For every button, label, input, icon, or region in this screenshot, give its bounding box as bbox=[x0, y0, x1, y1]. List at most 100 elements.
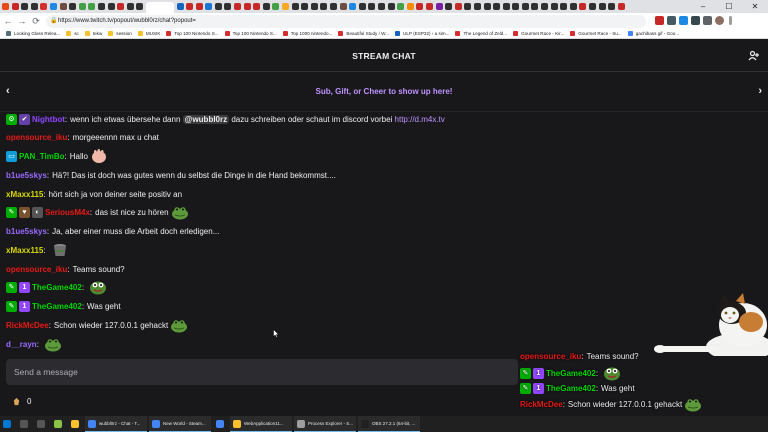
bookmark-item[interactable]: Top 100 Nintendo S... bbox=[224, 31, 277, 36]
chat-username[interactable]: opensource_iku bbox=[520, 352, 581, 361]
browser-tab[interactable] bbox=[320, 3, 328, 10]
taskbar-item[interactable]: New World - Steam... bbox=[149, 416, 211, 432]
chat-badge-icon[interactable]: ✎ bbox=[520, 382, 531, 394]
chat-username[interactable]: opensource_iku bbox=[6, 265, 67, 274]
chat-badge-icon[interactable]: ✎ bbox=[6, 300, 17, 312]
browser-tab[interactable] bbox=[69, 3, 77, 10]
chat-username[interactable]: xMaxx115 bbox=[6, 190, 43, 199]
bookmark-item[interactable]: Looking Glass Relea... bbox=[6, 31, 60, 36]
taskbar-item[interactable] bbox=[51, 416, 68, 432]
browser-tab[interactable] bbox=[531, 3, 539, 10]
bookmark-item[interactable]: Gourmet Race - Kir... bbox=[513, 31, 564, 36]
chat-username[interactable]: b1ue5skys bbox=[6, 227, 47, 236]
chat-username[interactable]: b1ue5skys bbox=[6, 171, 47, 180]
chat-username[interactable]: PAN_TimBo bbox=[19, 152, 65, 161]
browser-tab[interactable] bbox=[473, 3, 481, 10]
browser-tab[interactable] bbox=[40, 3, 48, 10]
browser-tab[interactable] bbox=[234, 3, 242, 10]
hand-emote[interactable] bbox=[90, 148, 108, 164]
extension-icon[interactable] bbox=[655, 16, 664, 25]
browser-tab[interactable] bbox=[214, 3, 222, 10]
frog-emote[interactable] bbox=[684, 396, 702, 412]
browser-tab[interactable] bbox=[107, 3, 115, 10]
channel-points[interactable]: 0 bbox=[12, 395, 31, 407]
chat-badge-icon[interactable]: ♥ bbox=[19, 206, 30, 218]
menu-dots-icon[interactable] bbox=[729, 16, 732, 25]
maximize-button[interactable]: ☐ bbox=[716, 0, 742, 13]
chat-badge-icon[interactable]: ✎ bbox=[520, 367, 531, 379]
browser-tab[interactable] bbox=[349, 3, 357, 10]
browser-tab[interactable] bbox=[339, 3, 347, 10]
chat-username[interactable]: opensource_iku bbox=[6, 133, 67, 142]
chat-badge-icon[interactable]: ⚙ bbox=[6, 113, 17, 125]
chevron-left-icon[interactable]: ‹ bbox=[6, 85, 10, 97]
chat-username[interactable]: Nightbot bbox=[32, 115, 65, 124]
browser-tab[interactable] bbox=[301, 3, 309, 10]
bookmark-item[interactable]: Gourmet Race - Su... bbox=[570, 31, 622, 36]
chat-badge-icon[interactable]: 1 bbox=[533, 367, 544, 379]
taskbar-item[interactable]: wubbl0rz - Chat - T... bbox=[85, 416, 147, 432]
profile-avatar-icon[interactable] bbox=[715, 16, 724, 25]
forward-button[interactable]: → bbox=[16, 16, 28, 26]
browser-tab[interactable] bbox=[282, 3, 290, 10]
bookmark-item[interactable]: Top 100 Nintendo S... bbox=[166, 31, 219, 36]
chat-username[interactable]: RickMcDee bbox=[520, 400, 563, 409]
browser-tab[interactable] bbox=[224, 3, 232, 10]
browser-tab[interactable] bbox=[416, 3, 424, 10]
chat-username[interactable]: RickMcDee bbox=[6, 321, 49, 330]
browser-tab[interactable] bbox=[21, 3, 29, 10]
bookmark-item[interactable]: tekw bbox=[84, 31, 102, 36]
pepe-emote[interactable] bbox=[603, 365, 621, 381]
taskbar-item[interactable] bbox=[34, 416, 51, 432]
taskbar-item[interactable]: OBS 27.2.1 (64-bit, ... bbox=[358, 416, 420, 432]
browser-tab[interactable] bbox=[117, 3, 125, 10]
bookmark-item[interactable]: ULP (ESP32) › a sim... bbox=[395, 31, 449, 36]
chat-link[interactable]: http://d.m4x.tv bbox=[395, 115, 445, 124]
browser-tab[interactable] bbox=[243, 3, 251, 10]
browser-tab[interactable] bbox=[368, 3, 376, 10]
browser-tab[interactable] bbox=[608, 3, 616, 10]
browser-tab[interactable] bbox=[454, 3, 462, 10]
browser-tab[interactable] bbox=[521, 3, 529, 10]
chat-badge-icon[interactable]: ✔ bbox=[19, 113, 30, 125]
taskbar-item[interactable] bbox=[17, 416, 34, 432]
browser-tab[interactable] bbox=[176, 3, 184, 10]
bookmark-item[interactable]: Beautiful Study / W... bbox=[338, 31, 389, 36]
browser-tab[interactable] bbox=[589, 3, 597, 10]
chat-username[interactable]: TheGame402 bbox=[32, 302, 82, 311]
chat-badge-icon[interactable]: ◐ bbox=[32, 206, 43, 218]
extension-icon[interactable] bbox=[691, 16, 700, 25]
chevron-right-icon[interactable]: › bbox=[758, 85, 762, 97]
browser-tab[interactable] bbox=[512, 3, 520, 10]
chat-username[interactable]: d__rayn bbox=[6, 340, 37, 349]
browser-tab[interactable] bbox=[97, 3, 105, 10]
extension-icon[interactable] bbox=[667, 16, 676, 25]
reload-button[interactable]: ⟳ bbox=[30, 16, 42, 27]
chat-badge-icon[interactable]: ✎ bbox=[6, 281, 17, 293]
browser-tab[interactable] bbox=[550, 3, 558, 10]
taskbar-item[interactable]: WebApplication11... bbox=[230, 416, 292, 432]
browser-tab[interactable] bbox=[617, 3, 625, 10]
browser-tab[interactable] bbox=[145, 2, 174, 13]
chat-badge-icon[interactable]: 1 bbox=[19, 300, 30, 312]
browser-tab[interactable] bbox=[205, 3, 213, 10]
minimize-button[interactable]: – bbox=[690, 0, 716, 13]
chat-username[interactable]: TheGame402 bbox=[546, 369, 596, 378]
browser-tab[interactable] bbox=[49, 3, 57, 10]
pepe-emote[interactable] bbox=[89, 279, 107, 295]
browser-tab[interactable] bbox=[358, 3, 366, 10]
bucket-emote[interactable] bbox=[51, 242, 69, 258]
browser-tab[interactable] bbox=[310, 3, 318, 10]
browser-tab[interactable] bbox=[11, 3, 19, 10]
browser-tab[interactable] bbox=[2, 3, 9, 10]
chat-badge-icon[interactable]: 1 bbox=[533, 382, 544, 394]
browser-tab[interactable] bbox=[397, 3, 405, 10]
back-button[interactable]: ← bbox=[2, 16, 14, 26]
browser-tab[interactable] bbox=[59, 3, 67, 10]
browser-tab[interactable] bbox=[435, 3, 443, 10]
browser-tab[interactable] bbox=[126, 3, 134, 10]
chat-username[interactable]: TheGame402 bbox=[546, 384, 596, 393]
browser-tab[interactable] bbox=[387, 3, 395, 10]
browser-tab[interactable] bbox=[88, 3, 96, 10]
extension-icon[interactable] bbox=[679, 16, 688, 25]
